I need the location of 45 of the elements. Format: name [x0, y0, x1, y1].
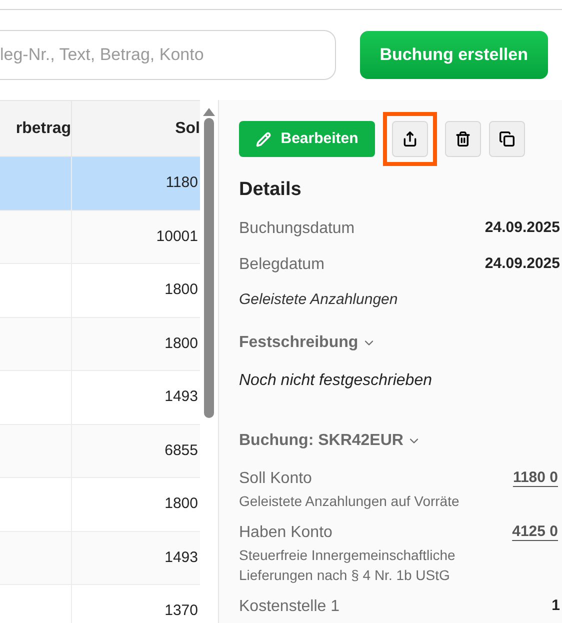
account-description: Geleistete Anzahlungen auf Vorräte — [239, 492, 460, 511]
table-row[interactable]: 1800 — [0, 478, 200, 532]
field-value: 24.09.2025 — [484, 218, 561, 238]
table-row[interactable]: 1493 — [0, 371, 200, 424]
field-label: Buchungsdatum — [239, 218, 355, 238]
search-field[interactable]: leg-Nr., Text, Betrag, Konto — [0, 30, 336, 80]
table-cell-text: 10001 — [155, 226, 199, 246]
icon-button[interactable] — [489, 121, 525, 157]
table-cell-text: 1370 — [164, 601, 199, 621]
cost-center-value: 1 — [552, 596, 561, 616]
column-header[interactable]: Sol — [72, 101, 200, 156]
cost-center-label: Kostenstelle 1 — [239, 597, 340, 617]
trash-icon — [455, 131, 471, 147]
field-value: 24.09.2025 — [484, 254, 561, 274]
table-row[interactable]: 1800 — [0, 318, 200, 371]
status-text: Noch nicht festgeschrieben — [239, 371, 433, 391]
table-row[interactable]: 10001 — [0, 210, 200, 264]
section-title[interactable]: Buchung: SKR42EUR — [239, 429, 404, 453]
table-cell-text: 1800 — [164, 334, 199, 354]
table-cell-text: 1800 — [164, 494, 199, 514]
table-row[interactable]: 6855 — [0, 424, 200, 478]
table-cell-text: 1800 — [164, 280, 199, 300]
table-cell-text: 1493 — [164, 387, 199, 407]
icon-button[interactable] — [445, 121, 481, 157]
account-description: Steuerfreie Innergemeinschaftliche Lieferungen nach § 4 Nr. 1b UStG — [239, 546, 456, 585]
account-label: Soll Konto — [239, 469, 312, 489]
note-text: Geleistete Anzahlungen — [239, 290, 399, 310]
section-title[interactable]: Festschreibung — [239, 331, 358, 355]
account-number-link[interactable]: 1180 0 — [512, 467, 562, 491]
table-cell-text: 1493 — [164, 548, 199, 568]
column-header[interactable]: rbetrag — [0, 101, 72, 156]
table-cell-text: 1180 — [164, 173, 199, 193]
table-cell-text: 6855 — [164, 440, 199, 460]
pencil-icon — [256, 132, 271, 146]
account-number-link[interactable]: 4125 0 — [512, 521, 562, 545]
icon-button[interactable] — [392, 121, 428, 157]
table-row[interactable]: 1800 — [0, 264, 200, 318]
share-icon — [402, 131, 418, 147]
copy-icon — [499, 131, 515, 147]
table-row[interactable]: 1180 — [0, 157, 200, 210]
field-label: Belegdatum — [239, 254, 324, 274]
table-row[interactable]: 1493 — [0, 532, 200, 585]
details-title: Details — [239, 178, 302, 202]
account-label: Haben Konto — [239, 523, 332, 543]
scrollbar-thumb[interactable] — [204, 118, 214, 418]
